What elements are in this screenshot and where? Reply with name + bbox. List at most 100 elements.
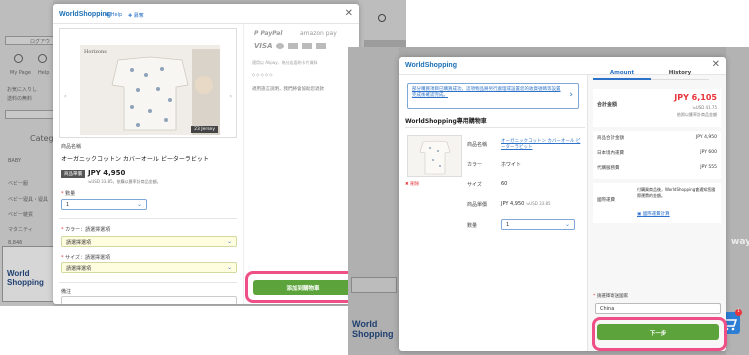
- color-value: 請選擇選項: [66, 240, 92, 246]
- visa-logo: VISA: [254, 42, 273, 50]
- bg-side-item: ベビー寝具・寝具: [8, 197, 49, 203]
- bg-ws-logo: World Shopping: [7, 269, 44, 287]
- chevron-down-icon: ⌄: [226, 264, 232, 271]
- bg-away-text: way: [731, 237, 749, 247]
- qty-value: 1: [66, 202, 70, 208]
- chevron-down-icon: ⌄: [564, 221, 570, 228]
- highlight-frame: [245, 271, 362, 303]
- country-value: China: [600, 306, 615, 312]
- breakdown-value: JPY 4,950: [695, 135, 717, 140]
- divider: [405, 127, 585, 128]
- delete-button[interactable]: ✖ 刪除: [405, 181, 419, 187]
- jcb-logo: [302, 43, 312, 49]
- product-section-label: 商品名稱: [61, 144, 82, 150]
- price-label: 商品單價: [467, 202, 488, 208]
- help-link[interactable]: ✚ Help: [105, 12, 122, 18]
- bg-baby-label: BABY: [8, 158, 22, 164]
- left-screenshot: ログアウ My Page Help お気に入りし 送料の無料 Categor B…: [0, 0, 406, 306]
- total-usd: ≒USD 41.75: [692, 105, 717, 110]
- right-screenshot: World Shopping way 1 WorldShopping ✕ 部分購買…: [348, 47, 749, 355]
- nav-link[interactable]: ✚ 募奪: [128, 12, 144, 19]
- bg-side-item: ベビー雑貨: [8, 212, 34, 218]
- bg-side-item: マタニティ: [8, 227, 33, 233]
- bg-search-box: [5, 110, 55, 119]
- size-select[interactable]: 請選擇選項 ⌄: [61, 262, 237, 273]
- intl-note: 付購買商品後，WorldShopping會通知您國際運費的金額。: [637, 187, 716, 198]
- user-icon: [14, 54, 23, 63]
- info-banner[interactable]: 部分購買項目已購買成功，這項物品將另行處理或設置您的收貨號碼等設置完成後確認完成…: [407, 83, 579, 109]
- payment-logos: P PayPal amazon pay VISA: [250, 30, 350, 60]
- highlight-frame: [592, 317, 727, 351]
- bg-left-column: [348, 47, 399, 355]
- prev-arrow-icon[interactable]: ‹: [64, 93, 66, 100]
- total-card: 合計金額 JPY 6,105 ≒USD 41.75 依照以匯率計商品金額: [593, 89, 721, 127]
- amex-logo: [288, 43, 298, 49]
- ws-logo: WorldShopping: [405, 62, 457, 69]
- qty-label: 數量: [467, 223, 478, 229]
- bg-help-label: Help: [38, 70, 50, 76]
- support-note: 適用語言說明，我們將會協助您退款: [252, 87, 324, 92]
- amazonpay-logo: amazon pay: [300, 30, 337, 37]
- chevron-down-icon: ⌄: [136, 201, 142, 208]
- price-usd: ≒USD 33.85，依購以匯率計商品金額。: [88, 179, 161, 184]
- cart-count-badge: 1: [735, 309, 742, 316]
- tab-amount[interactable]: Amount: [593, 67, 651, 80]
- paypal-logo: P PayPal: [254, 30, 283, 37]
- search-icon: [378, 14, 386, 22]
- mastercard-logo: [276, 43, 284, 49]
- product-thumbnail: [407, 135, 462, 177]
- product-image: Horizons 23 Jersey: [80, 45, 220, 135]
- price-value: JPY 4,950: [88, 169, 126, 177]
- price-value: JPY 4,950 ≒USD 33.85: [501, 201, 551, 207]
- qty-value: 1: [506, 222, 510, 228]
- product-modal: WorldShopping ✚ Help ✚ 募奪 ✕ Horizons 23 …: [53, 4, 359, 304]
- modal-header: WorldShopping ✚ Help ✚ 募奪 ✕: [53, 4, 359, 24]
- product-name: オーガニックコットン カバーオール ピーターラビット: [61, 156, 209, 163]
- country-select[interactable]: China: [595, 303, 721, 314]
- price-badge: 商品單價: [61, 170, 85, 178]
- bg-mypage-label: My Page: [10, 70, 31, 76]
- bg-logout-label: ログアウ: [30, 39, 51, 45]
- image-brand-text: Horizons: [84, 49, 107, 55]
- qty-select[interactable]: 1 ⌄: [501, 219, 575, 230]
- breakdown-card: 商品合計金額 JPY 4,950 日本境內運費 JPY 600 代購服務費 JP…: [593, 131, 721, 179]
- bg-ws-widget: World Shopping: [2, 246, 54, 302]
- breakdown-value: JPY 555: [700, 165, 717, 170]
- breakdown-label: 商品合計金額: [597, 136, 624, 141]
- color-value: ホワイト: [501, 162, 522, 168]
- product-label: 商品名稱: [467, 142, 488, 148]
- qty-select[interactable]: 1 ⌄: [61, 199, 147, 210]
- intl-label: 國際運費: [597, 198, 615, 203]
- size-value: 60: [501, 181, 508, 187]
- divider: [59, 218, 237, 219]
- size-value: 請選擇選項: [66, 266, 92, 272]
- bg-ws-widget: [351, 277, 397, 293]
- chevron-down-icon: ⌄: [226, 238, 232, 245]
- bg-ws-logo: World Shopping: [352, 319, 394, 339]
- misc-payment-row: ◇ ◇ ◇ ◇ ◇: [252, 72, 273, 77]
- total-note: 依照以匯率計商品金額: [677, 112, 717, 117]
- ws-logo: WorldShopping: [59, 11, 111, 18]
- close-icon[interactable]: ✕: [712, 59, 720, 70]
- image-caption: 23 Jersey: [191, 126, 218, 133]
- close-icon[interactable]: ✕: [345, 8, 353, 19]
- breakdown-label: 代購服務費: [597, 166, 620, 171]
- payment-column: P PayPal amazon pay VISA 適用以 Alipay，為分店面…: [243, 24, 359, 304]
- color-select[interactable]: 請選擇選項 ⌄: [61, 236, 237, 247]
- intl-card: 國際運費 付購買商品後，WorldShopping會通知您國際運費的金額。 ▣ …: [593, 183, 721, 223]
- tab-history[interactable]: History: [651, 67, 709, 80]
- next-arrow-icon[interactable]: ›: [230, 93, 232, 100]
- total-value: JPY 6,105: [674, 93, 717, 102]
- product-name-link[interactable]: オーガニックコットン カバーオール ピーターラビット: [501, 139, 581, 151]
- intl-link[interactable]: ▣ 國際運費計算: [637, 211, 670, 217]
- cart-title: WorldShopping專用購物車: [405, 118, 487, 125]
- color-label: カラー: [467, 162, 483, 168]
- bg-shipping-label: 送料の無料: [7, 96, 33, 102]
- country-label: * 請選擇寄送國家: [593, 294, 629, 299]
- size-label: サイズ: [467, 182, 482, 188]
- banner-text: 部分購買項目已購買成功，這項物品將另行處理或設置您的收貨號碼等設置完成後確認完成…: [412, 87, 561, 98]
- note-textarea[interactable]: [61, 296, 237, 304]
- note-label: 備注: [61, 289, 72, 295]
- size-label: * サイズ：請選擇選項: [61, 255, 110, 261]
- divider: [59, 282, 237, 283]
